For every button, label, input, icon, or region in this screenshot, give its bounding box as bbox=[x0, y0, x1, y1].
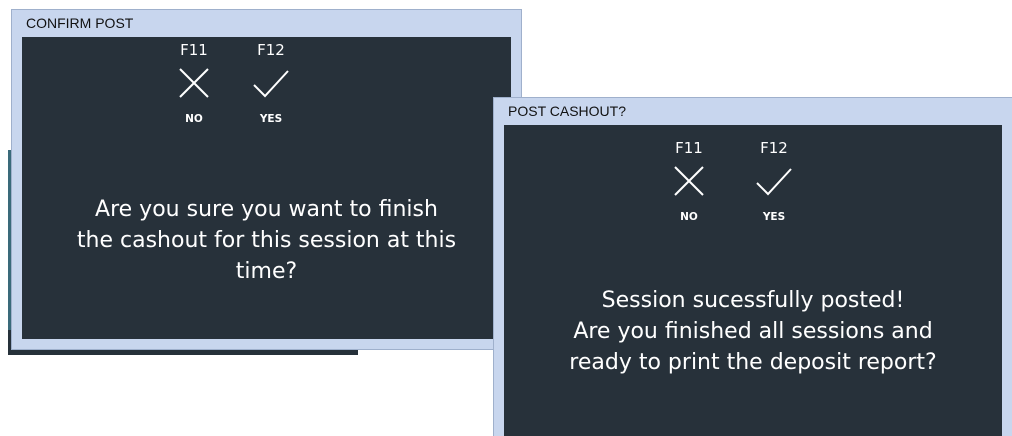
shortcut-key: F12 bbox=[760, 139, 788, 157]
post-cashout-dialog: POST CASHOUT? F11 NO F12 YES Session suc… bbox=[494, 98, 1012, 436]
shortcut-key: F11 bbox=[180, 41, 208, 59]
message-line: time? bbox=[235, 259, 298, 284]
shortcut-key: F11 bbox=[675, 139, 703, 157]
confirm-post-dialog: CONFIRM POST F11 NO F12 YES Are you sure… bbox=[12, 10, 521, 349]
yes-label: YES bbox=[762, 211, 786, 223]
shortcut-key: F12 bbox=[257, 41, 285, 59]
no-button[interactable]: F11 NO bbox=[164, 41, 224, 125]
x-icon bbox=[674, 166, 704, 196]
dialog-body: F11 NO F12 YES Are you sure you want to … bbox=[22, 37, 511, 339]
dialog-message: Session sucessfully posted! Are you fini… bbox=[504, 285, 1002, 378]
message-line: ready to print the deposit report? bbox=[569, 350, 937, 375]
check-icon bbox=[756, 168, 792, 196]
no-button[interactable]: F11 NO bbox=[659, 139, 719, 223]
message-line: Are you finished all sessions and bbox=[573, 319, 933, 344]
message-line: Are you sure you want to finish bbox=[95, 197, 438, 222]
yes-button[interactable]: F12 YES bbox=[744, 139, 804, 223]
check-icon bbox=[253, 70, 289, 98]
dialog-message: Are you sure you want to finish the cash… bbox=[22, 194, 511, 287]
yes-label: YES bbox=[259, 113, 283, 125]
dialog-body: F11 NO F12 YES Session sucessfully poste… bbox=[504, 125, 1002, 436]
yes-button[interactable]: F12 YES bbox=[241, 41, 301, 125]
no-label: NO bbox=[680, 211, 698, 223]
message-line: the cashout for this session at this bbox=[76, 228, 457, 253]
no-label: NO bbox=[185, 113, 203, 125]
dialog-title: CONFIRM POST bbox=[26, 15, 134, 31]
x-icon bbox=[179, 68, 209, 98]
dialog-title: POST CASHOUT? bbox=[508, 103, 626, 119]
message-line: Session sucessfully posted! bbox=[601, 288, 905, 313]
